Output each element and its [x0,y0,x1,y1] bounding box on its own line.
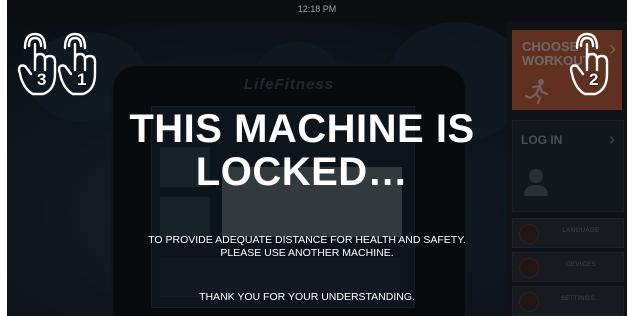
gesture-number-1: 1 [77,70,87,89]
gesture-number-2: 2 [589,70,599,89]
gesture-number-3: 3 [37,70,47,89]
lock-title: THIS MACHINE IS LOCKED… [129,107,475,194]
status-clock: 12:18 PM [297,4,337,14]
lock-body-line-2: PLEASE USE ANOTHER MACHINE. [220,247,394,259]
lock-body-line-1: TO PROVIDE ADEQUATE DISTANCE FOR HEALTH … [148,234,466,246]
kiosk-screen: 12:18 PM LifeFitness CHOOSE WORKOUT › LO… [7,0,627,316]
hand-tap-icon [17,32,97,96]
status-bar: 12:18 PM [7,0,627,22]
tap-gesture-hint-right: 2 [565,30,621,102]
hand-tap-icon [569,32,609,96]
lock-thanks-text: THANK YOU FOR YOUR UNDERSTANDING. [199,291,415,303]
lock-body-text: TO PROVIDE ADEQUATE DISTANCE FOR HEALTH … [117,234,497,260]
tap-gesture-hint-left: 3 1 [15,30,107,102]
